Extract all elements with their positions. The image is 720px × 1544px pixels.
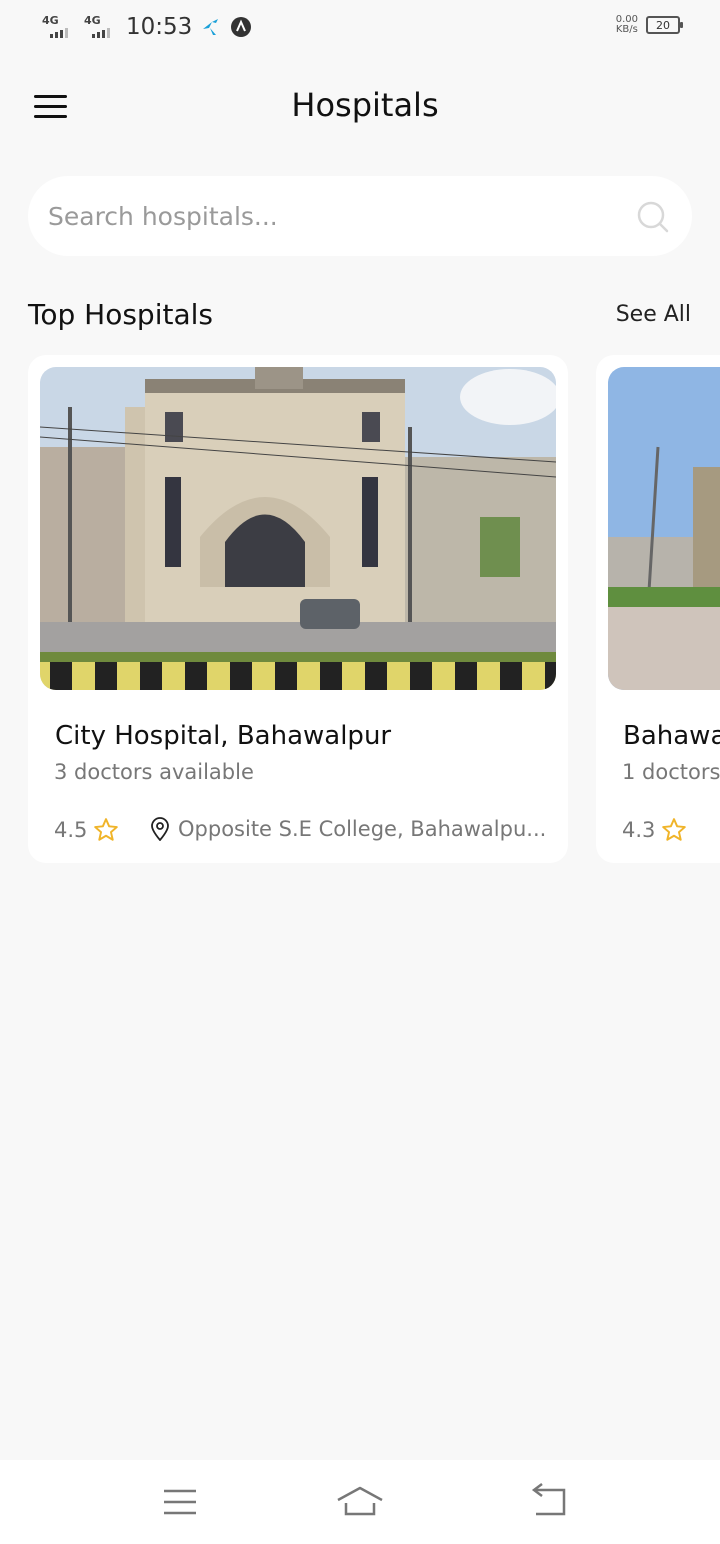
hospitals-screen: 4G 4G 10:53 0.00 KB/s 20 Hospitals Searc…: [0, 0, 720, 1544]
hospital-card[interactable]: City Hospital, Bahawalpur 3 doctors avai…: [28, 355, 568, 863]
doctors-available: 3 doctors available: [54, 760, 254, 784]
battery-level: 20: [656, 18, 670, 32]
cellular-signal-icon-2: 4G: [82, 14, 116, 40]
net-speed-unit: KB/s: [615, 24, 638, 35]
hospital-name: Bahawa: [623, 721, 720, 751]
home-icon[interactable]: [336, 1480, 384, 1524]
network-speed: 0.00 KB/s: [616, 15, 638, 35]
network-type-1: 4G: [42, 14, 59, 27]
cellular-signal-icon: 4G: [40, 14, 74, 40]
hospital-location: Opposite S.E College, Bahawalpu...: [150, 817, 546, 841]
status-bar-left: 4G 4G 10:53: [40, 14, 252, 40]
hospital-image: [608, 367, 720, 690]
back-icon[interactable]: [524, 1480, 572, 1524]
hospital-image: [40, 367, 556, 690]
location-text: Opposite S.E College, Bahawalpu...: [178, 817, 547, 841]
status-bar-right: 0.00 KB/s 20: [616, 15, 683, 35]
see-all-link[interactable]: See All: [616, 302, 691, 327]
hospital-name: City Hospital, Bahawalpur: [55, 721, 392, 751]
system-navigation-bar: [0, 1460, 720, 1544]
rating-value: 4.5: [54, 818, 88, 842]
battery-icon: 20: [646, 16, 683, 34]
search-bar[interactable]: [28, 176, 692, 256]
rating-value: 4.3: [622, 818, 656, 842]
network-type-2: 4G: [84, 14, 101, 27]
doctors-available: 1 doctors: [622, 760, 720, 784]
telenor-app-icon: [203, 19, 219, 35]
status-bar: 4G 4G 10:53 0.00 KB/s 20: [0, 0, 720, 56]
menu-icon[interactable]: [156, 1480, 204, 1524]
status-time: 10:53: [126, 14, 193, 40]
hospital-rating: 4.3: [622, 817, 687, 843]
hospital-card[interactable]: Bahawa 1 doctors 4.3: [596, 355, 720, 863]
notification-app-icon: [231, 17, 252, 37]
search-input[interactable]: [48, 194, 628, 238]
page-title: Hospitals: [291, 86, 439, 124]
section-title: Top Hospitals: [28, 298, 213, 331]
hospital-rating: 4.5: [54, 817, 119, 843]
star-icon: [662, 818, 687, 841]
search-icon[interactable]: [636, 200, 670, 234]
location-pin-icon: [151, 817, 169, 841]
star-icon: [94, 818, 119, 841]
